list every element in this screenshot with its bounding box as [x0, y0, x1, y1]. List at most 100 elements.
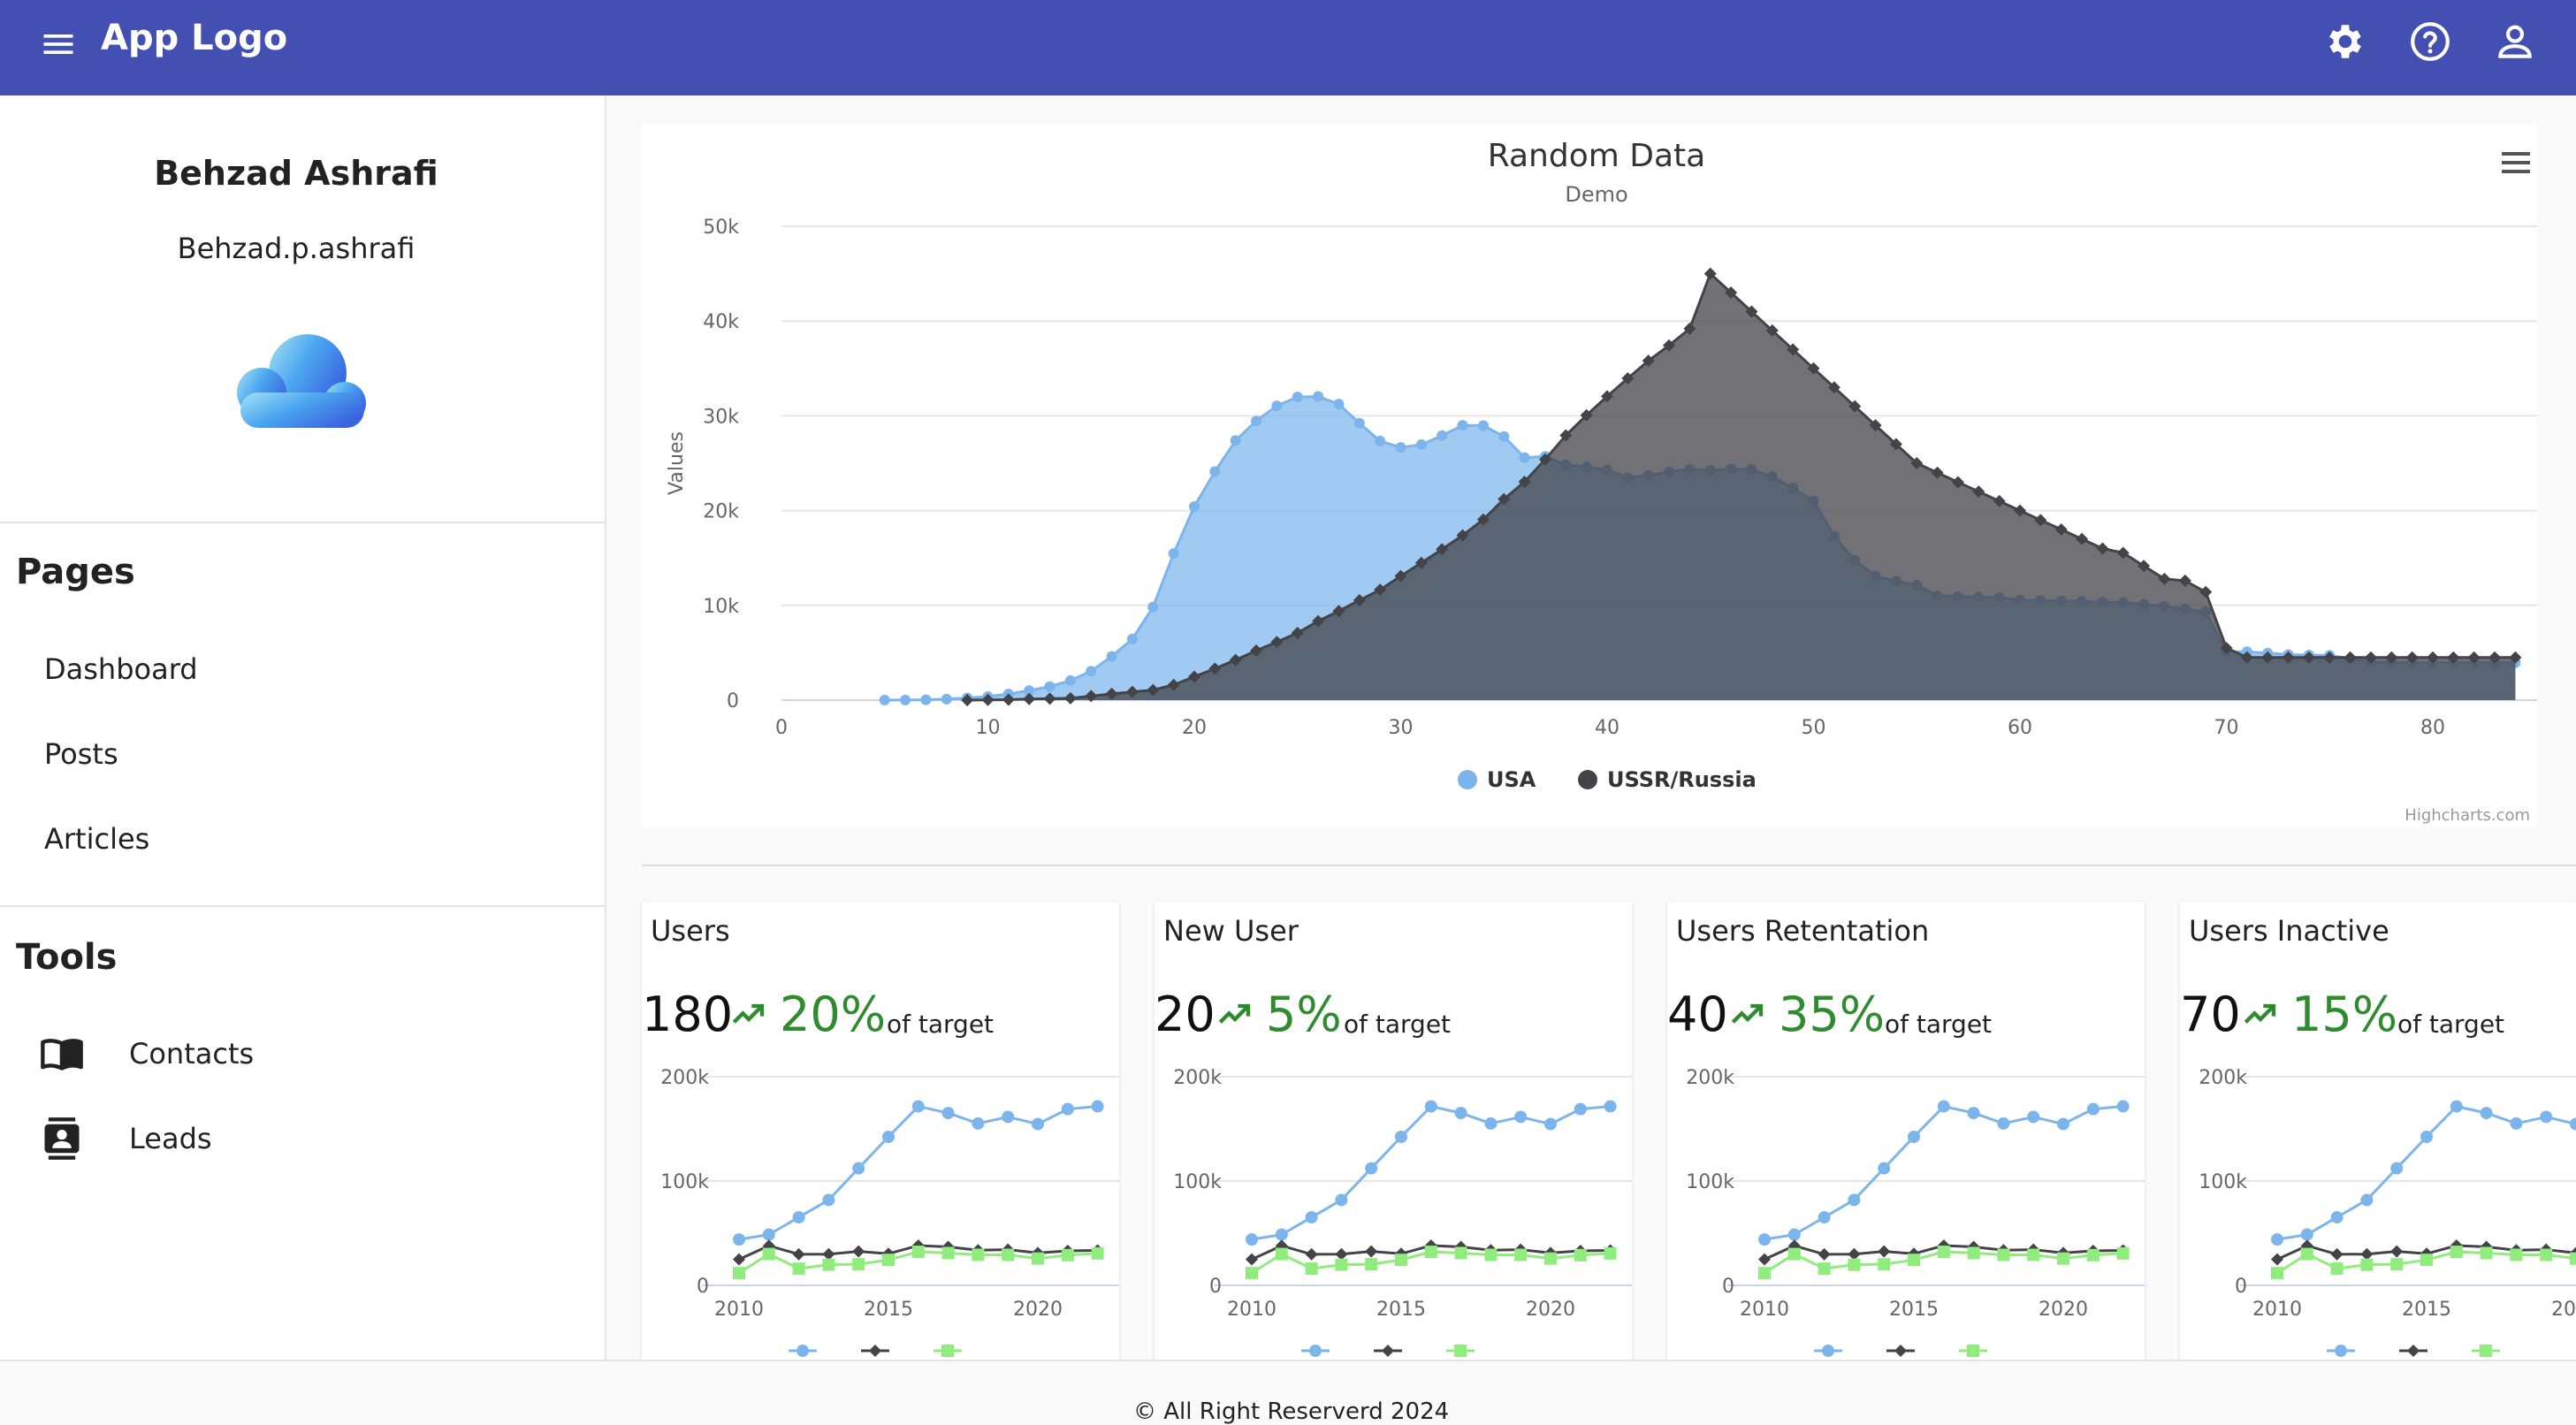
cloud-icon [237, 334, 366, 428]
series-line [1764, 1104, 2123, 1241]
nav-item-dashboard[interactable]: Dashboard [44, 652, 198, 686]
legend-marker [1822, 1345, 1834, 1357]
data-point [1878, 1245, 1891, 1258]
data-point [2116, 1246, 2130, 1260]
x-tick-label: 50 [1802, 717, 1826, 739]
data-point [852, 1245, 865, 1258]
kpi-percent: 35% [1779, 987, 1886, 1042]
data-point [1091, 1100, 1104, 1113]
x-tick-label: 2010 [714, 1299, 764, 1321]
y-tick-label: 100k [660, 1171, 709, 1193]
data-point [1848, 1193, 1861, 1207]
legend-marker [1454, 1345, 1467, 1357]
data-point [2330, 1211, 2344, 1224]
nav-item-posts[interactable]: Posts [44, 737, 118, 771]
data-point [1604, 1246, 1617, 1260]
data-point [2116, 1100, 2130, 1113]
trending-up-icon [1218, 1003, 1251, 1024]
trending-up-icon [732, 1003, 765, 1024]
data-point [2510, 1248, 2523, 1261]
menu-icon[interactable] [39, 25, 78, 64]
legend-label: USA [1487, 767, 1536, 792]
tool-label-contacts: Contacts [129, 1037, 255, 1071]
kpi-percent: 20% [780, 987, 887, 1042]
data-point [1544, 1117, 1557, 1131]
data-point [1002, 1110, 1015, 1124]
data-point [2271, 1233, 2283, 1246]
data-point [2360, 1258, 2374, 1271]
data-point [1305, 1262, 1318, 1276]
data-point [972, 1116, 985, 1130]
tool-item-leads[interactable]: Leads [39, 1112, 212, 1165]
data-point [1477, 420, 1489, 431]
pages-section-title: Pages [16, 552, 135, 592]
app-logo[interactable]: App Logo [101, 18, 287, 58]
data-point [1147, 601, 1159, 613]
data-point [2057, 1252, 2069, 1265]
data-point [1044, 681, 1056, 692]
data-point [1818, 1247, 1831, 1261]
y-tick-label: 200k [2199, 1067, 2247, 1089]
data-point [1937, 1246, 1950, 1259]
profile-name: Behzad Ashrafi [154, 154, 438, 193]
data-point [1353, 417, 1365, 429]
data-point [2057, 1117, 2069, 1131]
data-point [882, 1254, 895, 1267]
nav-item-articles[interactable]: Articles [44, 822, 149, 856]
tool-item-contacts[interactable]: Contacts [39, 1027, 254, 1080]
x-tick-label: 2015 [1376, 1299, 1426, 1321]
contact-badge-icon [44, 1117, 80, 1160]
data-point [2540, 1110, 2553, 1124]
data-point [1454, 1107, 1467, 1120]
data-point [2570, 1252, 2576, 1265]
footer-text: © All Right Reserverd 2024 [1133, 1398, 1450, 1425]
data-point [2390, 1245, 2404, 1258]
data-point [1544, 1252, 1557, 1265]
y-tick-label: 100k [1686, 1171, 1734, 1193]
data-point [1395, 442, 1406, 453]
x-tick-label: 30 [1389, 717, 1414, 739]
content-divider [642, 865, 2576, 866]
help-icon[interactable] [2408, 19, 2452, 64]
data-point [882, 1130, 895, 1143]
sidebar-divider [0, 522, 606, 523]
random-data-chart: Random Data Demo 0 10k 20k 30k 40k 50k 0 10 20 30 40… [666, 138, 2537, 825]
data-point [1424, 1100, 1437, 1113]
data-point [1908, 1254, 1920, 1267]
data-point [1604, 1100, 1617, 1113]
data-point [1064, 674, 1076, 686]
y-tick-label: 30k [703, 406, 739, 428]
data-point [1967, 1246, 1980, 1260]
kpi-card-users-inactive: Users Inactive 70 15% of target 0 100k 200… [2180, 902, 2576, 1361]
kpi-percent: 5% [1266, 987, 1342, 1042]
data-point [1848, 1258, 1861, 1271]
kpi-value: 20 [1155, 987, 1216, 1042]
hamburger-menu-icon[interactable] [2498, 149, 2534, 177]
series-line [1251, 1104, 1611, 1241]
data-point [2300, 1228, 2313, 1241]
legend-label: USSR/Russia [1607, 767, 1757, 792]
data-point [2330, 1247, 2344, 1261]
data-point [1275, 1228, 1288, 1241]
users-retentation-sparkline-chart: 0 100k 200k 2010 2015 2020 [1686, 1067, 2145, 1357]
x-tick-label: 60 [2008, 717, 2032, 739]
kpi-target-label: of target [1344, 1010, 1452, 1039]
data-point [1032, 1117, 1044, 1131]
y-tick-label: 100k [2199, 1171, 2247, 1193]
account-icon[interactable] [2493, 19, 2537, 64]
trending-up-icon [2244, 1003, 2276, 1024]
data-point [1758, 1233, 1771, 1246]
footer: © All Right Reserverd 2024 [0, 1360, 2576, 1425]
data-point [1091, 1246, 1104, 1260]
data-point [1335, 1193, 1348, 1207]
sidebar: Behzad Ashrafi Behzad.p.ashrafi Pages Da… [0, 95, 606, 1360]
legend-marker [941, 1345, 954, 1357]
data-point [1061, 1248, 1074, 1261]
settings-gear-icon[interactable] [2323, 19, 2367, 64]
main-chart-card: Random Data Demo 0 10k 20k 30k 40k 50k 0 10 20 30 40… [642, 124, 2537, 827]
data-point [2390, 1258, 2404, 1271]
x-tick-label: 0 [775, 717, 788, 739]
data-point [733, 1253, 745, 1266]
y-tick-label: 0 [727, 690, 739, 712]
legend-marker [1382, 1345, 1394, 1357]
